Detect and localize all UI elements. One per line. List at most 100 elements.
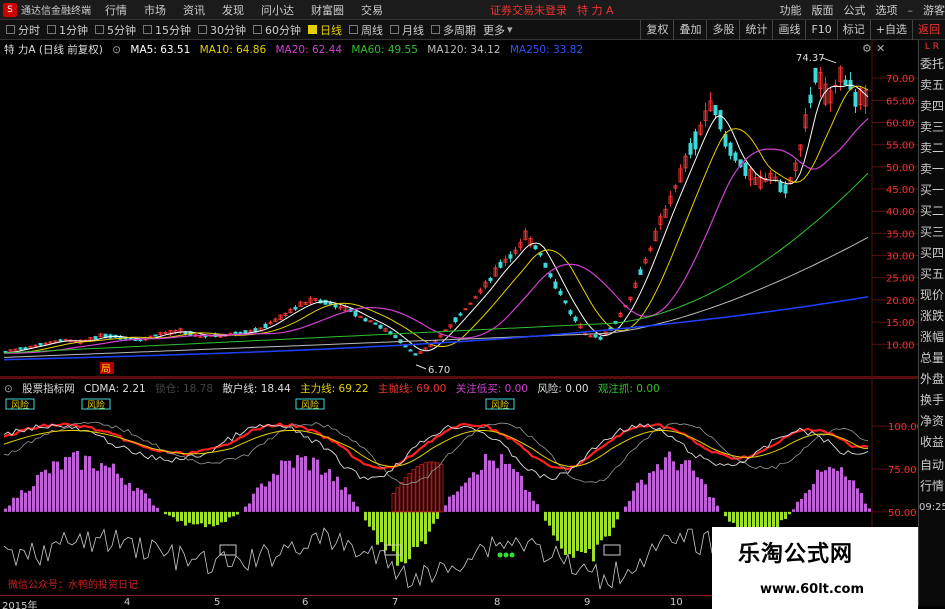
tab-monthly[interactable]: 月线 (390, 22, 424, 38)
mark-button[interactable]: 标记 (836, 20, 870, 40)
candle-body (358, 315, 363, 318)
side-item-auto[interactable]: 自动 (919, 455, 945, 476)
tab-1min[interactable]: 1分钟 (47, 22, 88, 38)
bullish-bar (140, 489, 143, 512)
side-item-sell1[interactable]: 卖一 (919, 159, 945, 180)
menu-function[interactable]: 功能 (780, 2, 802, 18)
candle-body (548, 273, 553, 278)
ma5-line (3, 84, 869, 354)
bearish-bar (404, 511, 407, 564)
tab-intraday[interactable]: 分时 (6, 22, 40, 38)
guest-label[interactable]: 游客 (923, 2, 945, 18)
outline-bar (395, 487, 400, 513)
close-icon[interactable]: ✕ (876, 42, 885, 55)
side-item-turnover[interactable]: 换手 (919, 390, 945, 411)
tab-60min[interactable]: 60分钟 (253, 22, 301, 38)
candle-body (543, 262, 548, 268)
sub-settings-icon[interactable]: ⊙ (4, 383, 13, 395)
bearish-bar (424, 511, 427, 545)
menu-formula[interactable]: 公式 (844, 2, 866, 18)
menu-wealth[interactable]: 财富圈 (311, 2, 344, 18)
menu-market[interactable]: 市场 (144, 2, 166, 18)
tab-more[interactable]: 更多 ▾ (483, 22, 513, 38)
bullish-bar (116, 473, 119, 512)
bullish-bar (84, 455, 87, 512)
bullish-bar (804, 493, 807, 512)
tab-5min[interactable]: 5分钟 (95, 22, 136, 38)
menu-ask[interactable]: 问小达 (261, 2, 294, 18)
outline-bar (399, 482, 404, 513)
side-item-buy3[interactable]: 买三 (919, 222, 945, 243)
side-item-price[interactable]: 现价 (919, 285, 945, 306)
bullish-bar (48, 473, 51, 512)
checkbox-icon (253, 25, 262, 34)
tab-30min[interactable]: 30分钟 (198, 22, 246, 38)
side-item-net-asset[interactable]: 净资 (919, 411, 945, 432)
right-menu: 功能 版面 公式 选项 – 游客 (770, 0, 945, 20)
tab-daily[interactable]: 日线 (308, 22, 342, 38)
side-item-entrust[interactable]: 委托 (919, 54, 945, 75)
overlay-button[interactable]: 叠加 (673, 20, 706, 40)
bearish-bar (204, 511, 207, 528)
bearish-bar (212, 511, 215, 527)
side-item-change[interactable]: 涨跌 (919, 306, 945, 327)
bullish-bar (336, 476, 339, 512)
statistics-button[interactable]: 统计 (739, 20, 772, 40)
side-lr-toggle[interactable]: L R (919, 40, 945, 54)
side-item-sell5[interactable]: 卖五 (919, 75, 945, 96)
login-status[interactable]: 证券交易未登录 (490, 2, 567, 18)
bullish-bar (500, 454, 503, 512)
bullish-bar (352, 501, 355, 512)
bullish-bar (88, 456, 91, 512)
bearish-bar (200, 511, 203, 524)
bullish-bar (248, 503, 251, 512)
side-item-buy1[interactable]: 买一 (919, 180, 945, 201)
menu-market-quotes[interactable]: 行情 (105, 2, 127, 18)
menu-discover[interactable]: 发现 (222, 2, 244, 18)
draw-line-button[interactable]: 画线 (772, 20, 805, 40)
f10-button[interactable]: F10 (805, 20, 836, 40)
restore-rights-button[interactable]: 复权 (640, 20, 673, 40)
side-item-quote[interactable]: 行情 (919, 476, 945, 497)
bullish-bar (480, 469, 483, 512)
multi-stock-button[interactable]: 多股 (706, 20, 739, 40)
bearish-bar (368, 511, 371, 527)
side-item-buy5[interactable]: 买五 (919, 264, 945, 285)
settings-icon[interactable]: ⚙ (862, 42, 872, 55)
bullish-bar (108, 467, 111, 512)
tab-weekly[interactable]: 周线 (349, 22, 383, 38)
side-item-volume[interactable]: 总量 (919, 348, 945, 369)
tab-multi-period[interactable]: 多周期 (431, 22, 476, 38)
menu-layout[interactable]: 版面 (812, 2, 834, 18)
side-item-sell4[interactable]: 卖四 (919, 96, 945, 117)
side-item-pct[interactable]: 涨幅 (919, 327, 945, 348)
bullish-bar (136, 487, 139, 512)
side-item-sell3[interactable]: 卖三 (919, 117, 945, 138)
indicator-retail: 散户线: 18.44 (222, 383, 291, 395)
legend-ma-icon[interactable]: ⊙ (112, 44, 121, 56)
ma20-line (4, 117, 869, 354)
kline-chart[interactable]: 10.00 15.00 20.00 25.00 30.00 35.00 40.00 45.00… (0, 40, 918, 376)
indicator-watch: 观注抓: 0.00 (597, 383, 660, 395)
side-item-buy2[interactable]: 买二 (919, 201, 945, 222)
back-button[interactable]: 返回 (912, 20, 945, 40)
side-item-sell2[interactable]: 卖二 (919, 138, 945, 159)
bullish-bar (32, 486, 35, 512)
stock-name-title: 特 力 A (577, 3, 614, 17)
candle-body (378, 324, 383, 329)
menu-news[interactable]: 资讯 (183, 2, 205, 18)
menu-trade[interactable]: 交易 (361, 2, 383, 18)
bullish-bar (76, 450, 79, 512)
add-favorite-button[interactable]: +自选 (869, 20, 912, 40)
candle-body (338, 306, 343, 309)
bullish-bar (276, 474, 279, 512)
tab-15min[interactable]: 15分钟 (143, 22, 191, 38)
side-item-income[interactable]: 收益 (919, 432, 945, 453)
menu-options[interactable]: 选项 (876, 2, 898, 18)
minimize-icon[interactable]: – (908, 4, 914, 17)
side-item-outer[interactable]: 外盘 (919, 369, 945, 390)
legend-ma10: MA10: 64.86 (199, 44, 267, 56)
signal-dot (497, 552, 503, 558)
bearish-bar (184, 511, 187, 526)
side-item-buy4[interactable]: 买四 (919, 243, 945, 264)
